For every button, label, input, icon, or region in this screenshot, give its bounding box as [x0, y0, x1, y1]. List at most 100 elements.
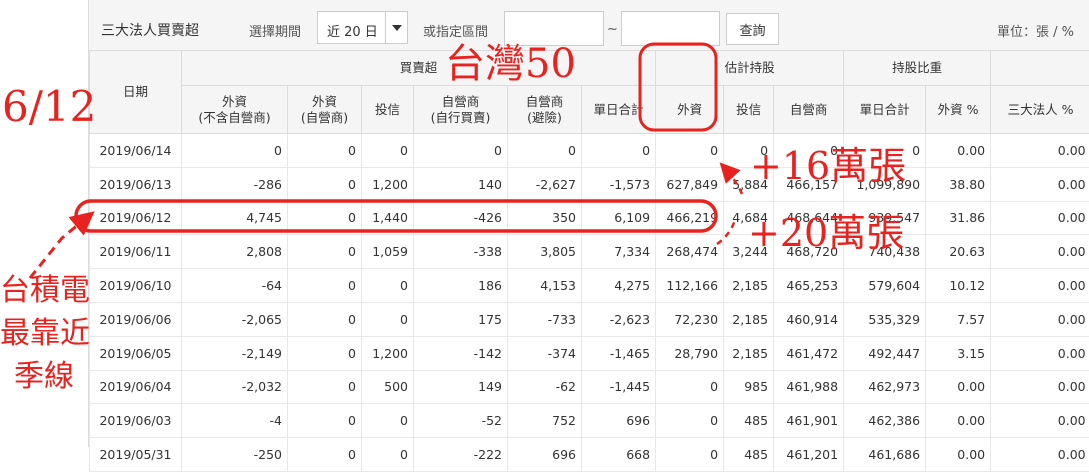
cell-value: 0.00 [991, 134, 1089, 167]
cell-value: 186 [414, 269, 508, 303]
table-row: 2019/06/13-28601,200140-2,627-1,573627,8… [90, 167, 1089, 201]
cell-value: 460,914 [774, 302, 844, 336]
range-start-input[interactable] [504, 11, 604, 46]
chevron-down-icon[interactable] [385, 12, 407, 43]
cell-value: 112,166 [656, 269, 724, 303]
cell-value: 10.12 [926, 269, 991, 303]
cell-value: -64 [182, 269, 288, 303]
cell-date: 2019/06/10 [90, 269, 182, 303]
cell-value: 7,334 [582, 235, 656, 269]
cell-value: 0.00 [926, 404, 991, 438]
cell-value: 1,440 [362, 201, 414, 235]
cell-value: 485 [724, 438, 774, 472]
cell-date: 2019/06/13 [90, 167, 182, 201]
cell-value: 7.57 [926, 302, 991, 336]
cell-value: 461,988 [774, 370, 844, 404]
cell-date: 2019/06/06 [90, 302, 182, 336]
query-button[interactable]: 查詢 [726, 13, 779, 45]
annotation-tsmc-line1: 台積電 [0, 276, 90, 306]
cell-value: 0 [288, 404, 362, 438]
col-header-date[interactable]: 日期 [90, 51, 182, 134]
col-header-6[interactable]: 外資 [656, 86, 724, 134]
cell-value: 462,386 [844, 404, 926, 438]
cell-value: 668 [582, 438, 656, 472]
cell-value: -2,032 [182, 370, 288, 404]
cell-value: -142 [414, 336, 508, 370]
group-header-empty [991, 51, 1089, 86]
cell-value: 0.00 [991, 404, 1089, 438]
table-row: 2019/06/03-400-527526960485461,901462,38… [90, 404, 1089, 438]
cell-value: -338 [414, 235, 508, 269]
cell-value: 500 [362, 370, 414, 404]
cell-value: 1,200 [362, 167, 414, 201]
cell-value: 3,805 [508, 235, 582, 269]
col-header-11[interactable]: 三大法人 % [991, 86, 1089, 134]
table-row: 2019/06/10-64001864,1534,275112,1662,185… [90, 269, 1089, 303]
table-row: 2019/06/06-2,06500175-733-2,62372,2302,1… [90, 302, 1089, 336]
cell-value: -2,149 [182, 336, 288, 370]
cell-value: 0 [656, 404, 724, 438]
cell-value: 0.00 [991, 370, 1089, 404]
cell-value: 468,644 [774, 201, 844, 235]
col-header-1[interactable]: 外資(自營商) [288, 86, 362, 134]
cell-value: 3,244 [724, 235, 774, 269]
group-header-holding-ratio: 持股比重 [844, 51, 991, 86]
cell-value: 3.15 [926, 336, 991, 370]
cell-value: 2,185 [724, 302, 774, 336]
cell-value: 461,472 [774, 336, 844, 370]
cell-value: -62 [508, 370, 582, 404]
cell-value: 268,474 [656, 235, 724, 269]
cell-value: 72,230 [656, 302, 724, 336]
cell-value: 985 [724, 370, 774, 404]
cell-value: 0 [362, 134, 414, 167]
table-row: 2019/06/1400000000000.000.00 [90, 134, 1089, 167]
col-header-3[interactable]: 自營商(自行買賣) [414, 86, 508, 134]
cell-value: 0.00 [991, 438, 1089, 472]
cell-value: 175 [414, 302, 508, 336]
col-header-9[interactable]: 單日合計 [844, 86, 926, 134]
col-header-4[interactable]: 自營商(避險) [508, 86, 582, 134]
col-header-5[interactable]: 單日合計 [582, 86, 656, 134]
cell-value: 466,157 [774, 167, 844, 201]
cell-value: 0 [362, 438, 414, 472]
col-header-2[interactable]: 投信 [362, 86, 414, 134]
cell-value: 0 [508, 134, 582, 167]
cell-value: -2,065 [182, 302, 288, 336]
cell-value: 2,185 [724, 336, 774, 370]
cell-value: 0 [362, 404, 414, 438]
col-header-7[interactable]: 投信 [724, 86, 774, 134]
cell-value: 0 [288, 336, 362, 370]
cell-value: 0 [288, 134, 362, 167]
cell-value: 0 [288, 438, 362, 472]
cell-value: 6,109 [582, 201, 656, 235]
cell-value: 0 [656, 370, 724, 404]
cell-date: 2019/06/12 [90, 201, 182, 235]
cell-value: 627,849 [656, 167, 724, 201]
cell-value: 740,438 [844, 235, 926, 269]
cell-value: 0 [362, 302, 414, 336]
cell-value: 492,447 [844, 336, 926, 370]
cell-value: 461,201 [774, 438, 844, 472]
cell-value: 28,790 [656, 336, 724, 370]
cell-value: 350 [508, 201, 582, 235]
cell-date: 2019/06/14 [90, 134, 182, 167]
cell-value: 752 [508, 404, 582, 438]
table-row: 2019/06/124,74501,440-4263506,109466,219… [90, 201, 1089, 235]
cell-value: 466,219 [656, 201, 724, 235]
col-header-10[interactable]: 外資 % [926, 86, 991, 134]
cell-value: 0 [414, 134, 508, 167]
period-select[interactable]: 近 20 日 [317, 11, 408, 44]
period-label: 選擇期間 [249, 21, 301, 40]
cell-value: 0.00 [991, 269, 1089, 303]
table-row: 2019/05/31-25000-2226966680485461,201461… [90, 438, 1089, 472]
range-separator: ~ [607, 22, 618, 37]
cell-date: 2019/06/11 [90, 235, 182, 269]
cell-value: 535,329 [844, 302, 926, 336]
toolbar: 三大法人買賣超 選擇期間 近 20 日 或指定區間 ~ 查詢 單位：張 / % [89, 0, 1089, 51]
cell-value: 0.00 [926, 370, 991, 404]
group-header-estimated-holdings: 估計持股 [656, 51, 844, 86]
col-header-8[interactable]: 自營商 [774, 86, 844, 134]
cell-date: 2019/06/04 [90, 370, 182, 404]
col-header-0[interactable]: 外資(不含自營商) [182, 86, 288, 134]
range-end-input[interactable] [621, 11, 720, 46]
